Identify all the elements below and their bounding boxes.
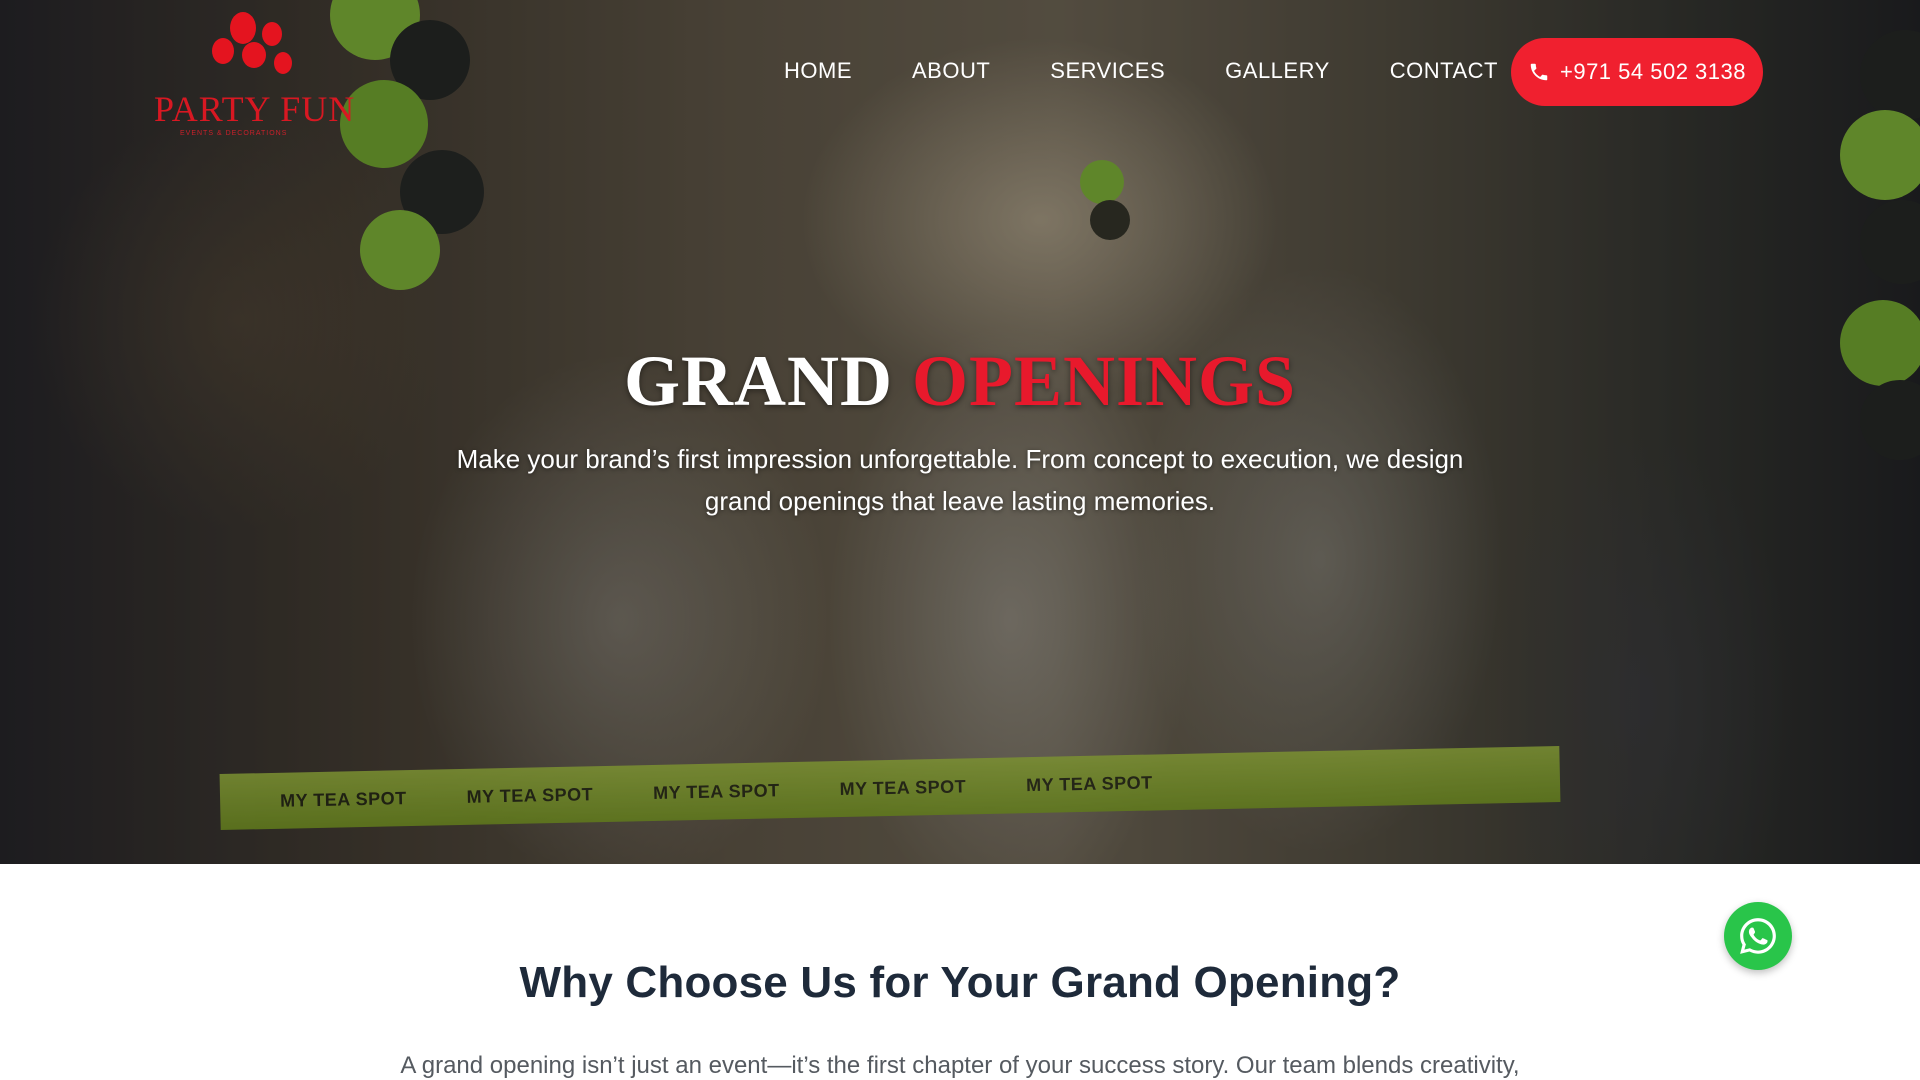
section-intro-text: A grand opening isn’t just an event—it’s… — [400, 1052, 1520, 1079]
phone-number: +971 54 502 3138 — [1559, 59, 1746, 84]
brand-name: PARTY FUN — [154, 89, 356, 129]
balloon-icon — [212, 38, 234, 64]
phone-icon — [1530, 63, 1548, 81]
brand-tagline: EVENTS & DECORATIONS — [180, 130, 288, 137]
hero-title: GRAND OPENINGS — [0, 340, 1920, 423]
nav-home[interactable]: HOME — [784, 56, 852, 86]
phone-call-button[interactable]: +971 54 502 3138 — [1511, 38, 1763, 106]
nav-contact[interactable]: CONTACT — [1390, 56, 1498, 86]
nav-services[interactable]: SERVICES — [1050, 56, 1165, 86]
brand-logo[interactable]: PARTY FUN EVENTS & DECORATIONS — [150, 8, 354, 137]
hero-title-word2: OPENINGS — [911, 341, 1297, 421]
nav-about[interactable]: ABOUT — [912, 56, 990, 86]
section-title: Why Choose Us for Your Grand Opening? — [519, 958, 1401, 1007]
balloon-icon — [274, 52, 292, 74]
whatsapp-icon — [1740, 918, 1776, 954]
hero-subtitle: Make your brand’s first impression unfor… — [456, 444, 1464, 516]
balloon-icon — [242, 42, 266, 68]
balloon-icon — [262, 22, 282, 46]
nav-gallery[interactable]: GALLERY — [1225, 56, 1330, 86]
main-nav: HOME ABOUT SERVICES GALLERY CONTACT — [784, 56, 1498, 86]
hero-title-word1: GRAND — [623, 341, 893, 421]
balloon-icon — [230, 12, 256, 44]
